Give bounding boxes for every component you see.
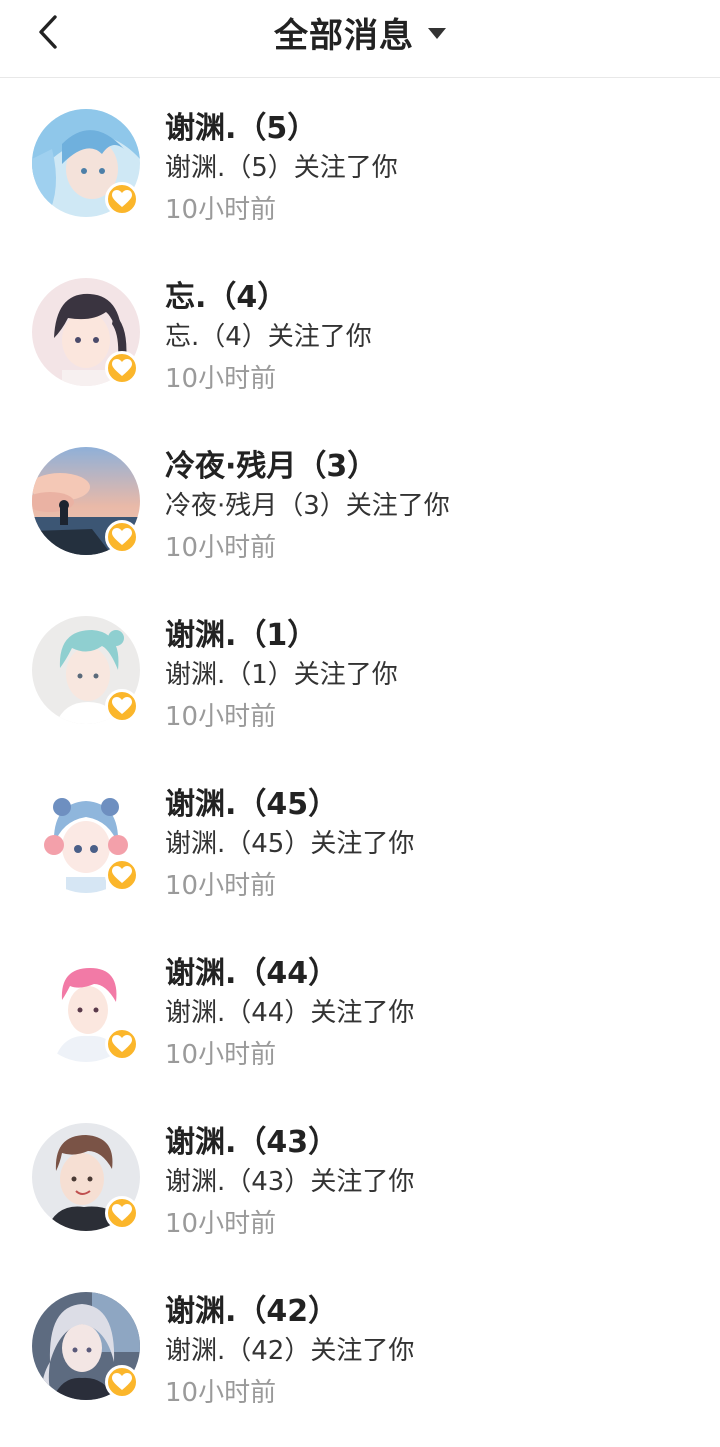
message-text: 冷夜·残月（3）关注了你 (165, 491, 450, 521)
user-name[interactable]: 谢渊.（5） (165, 103, 317, 147)
message-time: 10小时前 (165, 1209, 277, 1239)
list-item[interactable]: 谢渊.（45） 谢渊.（45）关注了你 10小时前 (0, 755, 720, 924)
list-item[interactable]: 冷夜·残月（3） 冷夜·残月（3）关注了你 10小时前 (0, 417, 720, 586)
heart-icon (112, 528, 132, 545)
list-item[interactable]: 忘.（4） 忘.（4）关注了你 10小时前 (0, 248, 720, 417)
message-text: 谢渊.（5）关注了你 (165, 153, 398, 183)
heart-icon (112, 697, 132, 714)
follow-badge (105, 182, 139, 216)
user-name[interactable]: 忘.（4） (165, 272, 287, 316)
message-text: 谢渊.（1）关注了你 (165, 660, 398, 690)
user-name[interactable]: 谢渊.（45） (165, 779, 338, 823)
list-item[interactable]: 谢渊.（44） 谢渊.（44）关注了你 10小时前 (0, 924, 720, 1093)
heart-icon (112, 1035, 132, 1052)
list-item[interactable]: 谢渊.（5） 谢渊.（5）关注了你 10小时前 (0, 79, 720, 248)
user-name[interactable]: 冷夜·残月（3） (165, 441, 377, 485)
heart-icon (112, 866, 132, 883)
message-time: 10小时前 (165, 364, 277, 394)
follow-badge (105, 1365, 139, 1399)
follow-badge (105, 351, 139, 385)
follow-badge (105, 520, 139, 554)
list-item[interactable]: 谢渊.（43） 谢渊.（43）关注了你 10小时前 (0, 1093, 720, 1262)
message-time: 10小时前 (165, 871, 277, 901)
follow-badge (105, 1196, 139, 1230)
page-title: 全部消息 (274, 15, 414, 56)
follow-badge (105, 689, 139, 723)
follow-badge (105, 858, 139, 892)
message-time: 10小时前 (165, 195, 277, 225)
message-filter-dropdown[interactable]: 全部消息 (0, 8, 720, 56)
message-text: 忘.（4）关注了你 (165, 322, 372, 352)
message-text: 谢渊.（44）关注了你 (165, 998, 415, 1028)
list-item[interactable]: 谢渊.（42） 谢渊.（42）关注了你 10小时前 (0, 1262, 720, 1431)
message-list: 谢渊.（5） 谢渊.（5）关注了你 10小时前 忘.（4） 忘.（4）关注了你 … (0, 79, 720, 1431)
heart-icon (112, 190, 132, 207)
caret-down-icon (428, 27, 446, 39)
heart-icon (112, 1373, 132, 1390)
message-time: 10小时前 (165, 1378, 277, 1408)
heart-icon (112, 1204, 132, 1221)
message-text: 谢渊.（42）关注了你 (165, 1336, 415, 1366)
message-time: 10小时前 (165, 702, 277, 732)
message-time: 10小时前 (165, 533, 277, 563)
follow-badge (105, 1027, 139, 1061)
list-item[interactable]: 谢渊.（1） 谢渊.（1）关注了你 10小时前 (0, 586, 720, 755)
message-text: 谢渊.（43）关注了你 (165, 1167, 415, 1197)
heart-icon (112, 359, 132, 376)
user-name[interactable]: 谢渊.（42） (165, 1286, 338, 1330)
message-time: 10小时前 (165, 1040, 277, 1070)
message-text: 谢渊.（45）关注了你 (165, 829, 415, 859)
user-name[interactable]: 谢渊.（1） (165, 610, 317, 654)
user-name[interactable]: 谢渊.（44） (165, 948, 338, 992)
top-bar: 全部消息 (0, 0, 720, 78)
user-name[interactable]: 谢渊.（43） (165, 1117, 338, 1161)
